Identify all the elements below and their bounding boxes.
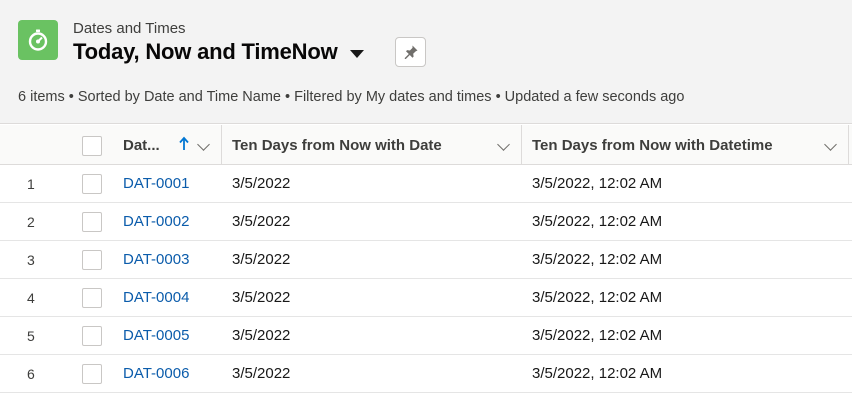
object-label: Dates and Times bbox=[73, 20, 186, 37]
record-name-link[interactable]: DAT-0005 bbox=[123, 317, 189, 354]
datetime-cell: 3/5/2022, 12:02 AM bbox=[532, 327, 663, 344]
datetime-cell: 3/5/2022, 12:02 AM bbox=[532, 251, 663, 268]
record-name-link[interactable]: DAT-0003 bbox=[123, 241, 189, 278]
row-number: 5 bbox=[27, 327, 35, 344]
pin-icon bbox=[404, 45, 417, 59]
list-view-header: Dates and Times Today, Now and TimeNow 6… bbox=[0, 0, 852, 124]
record-name-link[interactable]: DAT-0001 bbox=[123, 165, 189, 202]
date-cell: 3/5/2022 bbox=[232, 175, 291, 192]
row-checkbox[interactable] bbox=[82, 212, 102, 232]
column-label: Dat... bbox=[123, 136, 160, 154]
table-row: 6 DAT-0006 3/5/2022 3/5/2022, 12:02 AM bbox=[0, 355, 852, 393]
datetime-cell: 3/5/2022, 12:02 AM bbox=[532, 175, 663, 192]
table-row: 2 DAT-0002 3/5/2022 3/5/2022, 12:02 AM bbox=[0, 203, 852, 241]
record-name-link[interactable]: DAT-0006 bbox=[123, 355, 189, 392]
column-label: Ten Days from Now with Datetime bbox=[532, 136, 773, 154]
datetime-cell: 3/5/2022, 12:02 AM bbox=[532, 365, 663, 382]
row-number: 3 bbox=[27, 251, 35, 268]
record-name-link[interactable]: DAT-0002 bbox=[123, 203, 189, 240]
date-cell: 3/5/2022 bbox=[232, 251, 291, 268]
table-row: 1 DAT-0001 3/5/2022 3/5/2022, 12:02 AM bbox=[0, 165, 852, 203]
sort-ascending-icon[interactable] bbox=[178, 136, 190, 152]
table-row: 5 DAT-0005 3/5/2022 3/5/2022, 12:02 AM bbox=[0, 317, 852, 355]
column-label: Ten Days from Now with Date bbox=[232, 136, 442, 154]
stopwatch-icon bbox=[18, 20, 58, 60]
row-checkbox[interactable] bbox=[82, 250, 102, 270]
pin-button[interactable] bbox=[395, 37, 426, 67]
column-header-date[interactable]: Ten Days from Now with Date bbox=[232, 125, 521, 165]
date-cell: 3/5/2022 bbox=[232, 327, 291, 344]
row-checkbox[interactable] bbox=[82, 364, 102, 384]
datetime-cell: 3/5/2022, 12:02 AM bbox=[532, 213, 663, 230]
list-summary: 6 items • Sorted by Date and Time Name •… bbox=[18, 89, 685, 105]
row-number: 2 bbox=[27, 213, 35, 230]
select-all-checkbox[interactable] bbox=[82, 136, 102, 156]
row-checkbox[interactable] bbox=[82, 288, 102, 308]
list-view-selector[interactable]: Today, Now and TimeNow bbox=[73, 38, 364, 66]
date-cell: 3/5/2022 bbox=[232, 289, 291, 306]
table-header: Dat... Ten Days from Now with Date Ten D… bbox=[0, 125, 852, 165]
row-number: 4 bbox=[27, 289, 35, 306]
row-number: 1 bbox=[27, 175, 35, 192]
row-number: 6 bbox=[27, 365, 35, 382]
date-cell: 3/5/2022 bbox=[232, 213, 291, 230]
datetime-cell: 3/5/2022, 12:02 AM bbox=[532, 289, 663, 306]
row-checkbox[interactable] bbox=[82, 174, 102, 194]
page-title[interactable]: Today, Now and TimeNow bbox=[73, 39, 338, 65]
table-row: 4 DAT-0004 3/5/2022 3/5/2022, 12:02 AM bbox=[0, 279, 852, 317]
row-checkbox[interactable] bbox=[82, 326, 102, 346]
records-table: Dat... Ten Days from Now with Date Ten D… bbox=[0, 125, 852, 393]
table-row: 3 DAT-0003 3/5/2022 3/5/2022, 12:02 AM bbox=[0, 241, 852, 279]
column-header-datetime[interactable]: Ten Days from Now with Datetime bbox=[532, 125, 847, 165]
record-name-link[interactable]: DAT-0004 bbox=[123, 279, 189, 316]
caret-down-icon[interactable] bbox=[349, 50, 364, 58]
date-cell: 3/5/2022 bbox=[232, 365, 291, 382]
